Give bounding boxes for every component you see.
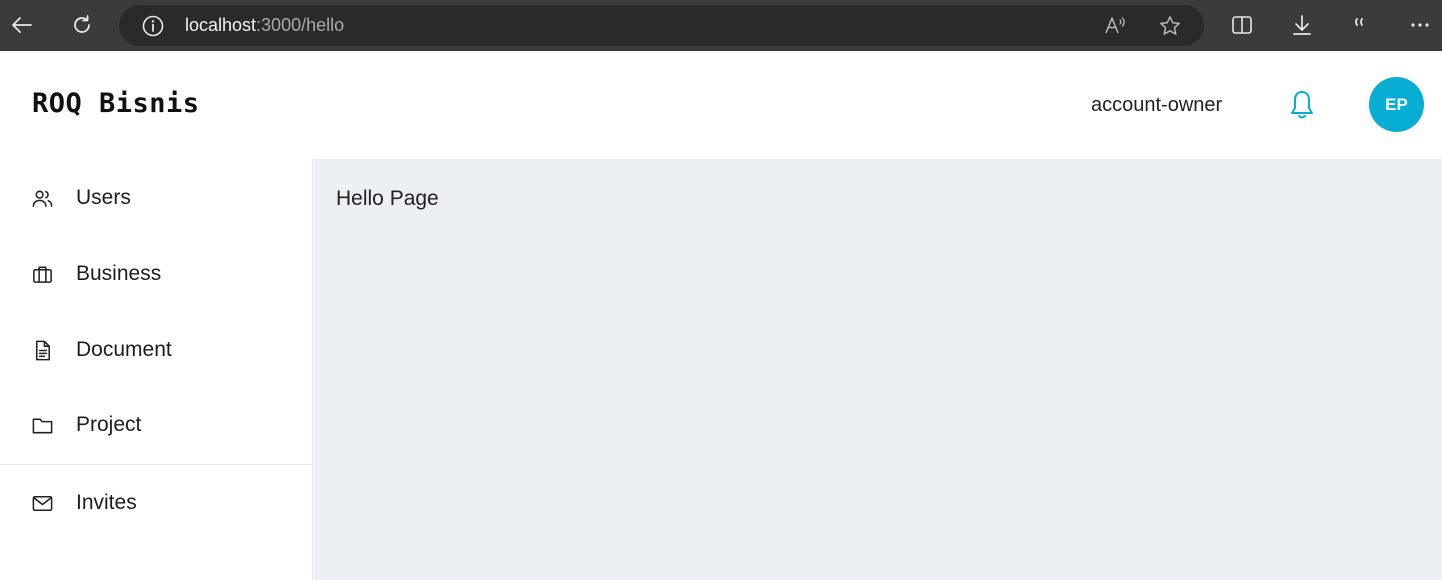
site-info-icon[interactable]: [141, 14, 165, 43]
sidebar-item-document[interactable]: Document: [0, 330, 312, 370]
reload-button[interactable]: [65, 8, 99, 42]
browser-toolbar: localhost:3000/hello: [0, 0, 1442, 51]
sidebar-item-invites[interactable]: Invites: [0, 483, 312, 523]
sidebar-item-label: Project: [76, 413, 142, 436]
folder-icon: [32, 418, 53, 434]
sidebar: Users Business Document Project Invites: [0, 159, 313, 580]
downloads-button[interactable]: [1285, 8, 1319, 42]
download-icon: [1293, 15, 1311, 35]
sidebar-item-business[interactable]: Business: [0, 254, 312, 294]
sidebar-item-project[interactable]: Project: [0, 405, 312, 445]
main-content: Hello Page: [314, 159, 1442, 580]
briefcase-icon: [33, 266, 52, 283]
url-host: localhost: [185, 15, 257, 35]
mail-icon: [32, 496, 53, 511]
more-dots-icon: [1411, 23, 1429, 27]
split-screen-icon: [1232, 16, 1252, 34]
split-screen-button[interactable]: [1225, 8, 1259, 42]
sidebar-item-label: Business: [76, 262, 162, 285]
favorite-star-icon[interactable]: [1156, 12, 1184, 40]
quote-icon: [1355, 18, 1363, 26]
back-arrow-icon: [12, 17, 32, 33]
page-text: Hello Page: [336, 187, 439, 210]
sidebar-item-users[interactable]: Users: [0, 178, 312, 218]
url-path: :3000/hello: [256, 15, 345, 35]
app-header: ROQ Bisnis account-owner EP: [0, 51, 1442, 159]
bell-icon: [1291, 91, 1313, 119]
sidebar-item-label: Users: [76, 186, 131, 209]
notifications-button[interactable]: [1287, 89, 1317, 121]
quotes-button[interactable]: [1345, 8, 1379, 42]
sidebar-item-label: Invites: [76, 491, 137, 514]
address-bar[interactable]: localhost:3000/hello: [119, 5, 1204, 46]
more-options-button[interactable]: [1403, 8, 1437, 42]
read-aloud-icon[interactable]: [1102, 12, 1130, 40]
role-label: account-owner: [1091, 94, 1223, 116]
reload-icon: [74, 15, 90, 33]
avatar[interactable]: EP: [1369, 77, 1424, 132]
back-button[interactable]: [5, 8, 39, 42]
sidebar-divider: [0, 464, 312, 465]
sidebar-item-label: Document: [76, 338, 172, 361]
users-icon: [32, 190, 53, 207]
brand-title[interactable]: ROQ Bisnis: [32, 88, 200, 119]
url-text: localhost:3000/hello: [185, 15, 344, 36]
document-icon: [35, 340, 50, 361]
